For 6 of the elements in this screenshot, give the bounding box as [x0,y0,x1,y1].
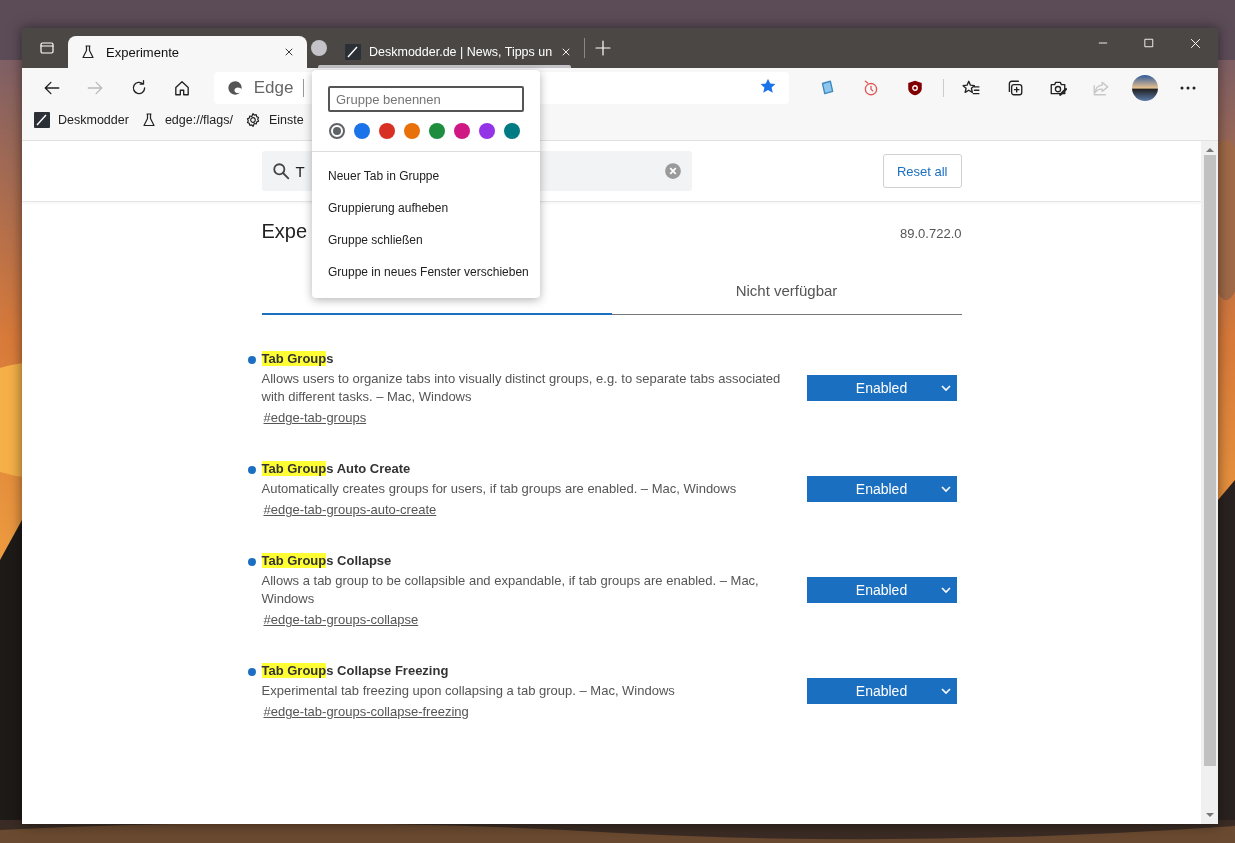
experiment-description: Allows a tab group to be collapsible and expandable, if tab groups are enabled. – Mac, Windows [261,572,760,608]
version-text: 89.0.722.0 [900,226,962,241]
page-title: Expe [261,220,308,243]
experiment-description: Allows users to organize tabs into visually distinct groups, e.g. to separate tabs associated with different tasks. – Mac, Windows [261,370,782,406]
experiment-description: Experimental tab freezing upon collapsing a tab group. – Mac, Windows [261,682,676,700]
experiment-description: Automatically creates groups for users, if tab groups are enabled. – Mac, Windows [261,480,738,498]
